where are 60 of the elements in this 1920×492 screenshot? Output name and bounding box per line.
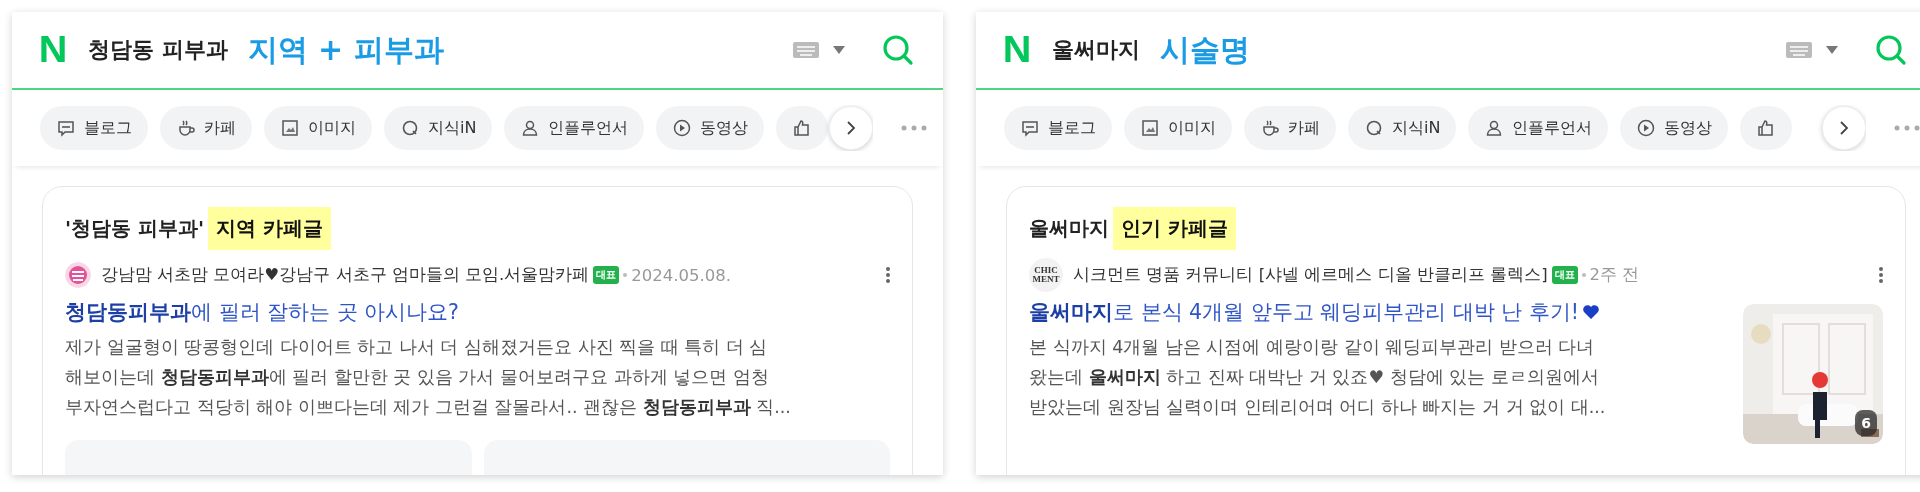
blog-icon xyxy=(1020,118,1040,138)
cup-icon xyxy=(1260,118,1280,138)
more-icon[interactable] xyxy=(901,125,927,131)
chevron-icon xyxy=(845,120,857,136)
tab[interactable]: 동영상 xyxy=(656,106,765,150)
card-heading: '청담동 피부과' xyxy=(65,215,205,242)
annotation: 시술명 xyxy=(1160,30,1250,69)
cafe-avatar[interactable] xyxy=(65,262,91,288)
keyboard-icon[interactable] xyxy=(1786,42,1812,58)
tab[interactable] xyxy=(1740,106,1793,150)
highlight-label: 인기 카페글 xyxy=(1113,207,1236,250)
search-query[interactable]: 청담동 피부과 xyxy=(88,35,228,65)
tab[interactable]: 카페 xyxy=(1244,106,1336,150)
card-heading: 울써마지 xyxy=(1029,215,1109,242)
cafe-name[interactable]: 강남맘 서초맘 모여라♥강남구 서초구 엄마들의 모임.서울맘카페 xyxy=(101,264,590,286)
caret-icon[interactable] xyxy=(833,46,845,54)
more-icon[interactable] xyxy=(1894,125,1920,131)
cup-icon xyxy=(176,118,196,138)
tab[interactable]: 블로그 xyxy=(40,106,148,150)
next-button[interactable] xyxy=(1822,106,1866,150)
tab[interactable]: 블로그 xyxy=(1004,106,1112,150)
search-icon[interactable] xyxy=(881,33,915,67)
cafe-avatar[interactable]: CHIC MENT xyxy=(1029,258,1063,292)
tab[interactable] xyxy=(776,106,829,150)
post-title[interactable]: 청담동피부과에 필러 잘하는 곳 아시나요? xyxy=(65,298,459,326)
tab[interactable]: 동영상 xyxy=(1620,106,1729,150)
image-count: 6 xyxy=(1855,410,1877,436)
post-date: 2주 전 xyxy=(1589,264,1640,286)
tab[interactable]: 인플루언서 xyxy=(1468,106,1609,150)
caret-icon[interactable] xyxy=(1826,46,1838,54)
tab[interactable]: 지식iN xyxy=(1348,106,1457,150)
image-icon xyxy=(1140,118,1160,138)
tab[interactable]: 이미지 xyxy=(264,106,372,150)
badge: 대표 xyxy=(1551,266,1578,284)
post-date: 2024.05.08. xyxy=(631,265,731,285)
blog-icon xyxy=(56,118,76,138)
q-icon xyxy=(1364,118,1384,138)
separator-dot xyxy=(1581,273,1586,277)
separator-dot xyxy=(623,273,628,277)
badge: 대표 xyxy=(593,266,620,284)
kebab-icon[interactable] xyxy=(886,267,890,283)
q-icon xyxy=(400,118,420,138)
image-icon xyxy=(280,118,300,138)
search-query[interactable]: 울써마지 xyxy=(1052,35,1140,65)
post-title[interactable]: 울써마지로 본식 4개월 앞두고 웨딩피부관리 대박 난 후기! xyxy=(1029,298,1579,326)
tab[interactable]: 이미지 xyxy=(1124,106,1232,150)
play-icon xyxy=(1636,118,1657,138)
annotation: 지역 + 피부과 xyxy=(247,30,444,69)
post-snippet: 본 식까지 4개월 남은 시점에 예랑이랑 같이 웨딩피부관리 받으러 다녀 왔는데 울써마지 하고 진짜 대박난 거 있죠♥ 청담에 있는 로ㄹ의원에서 받았는데 원장님 실력이며 인테리어며 어디 하나 빠지는 거 거 없이 대... xyxy=(1029,336,1607,420)
post-snippet: 제가 얼굴형이 땅콩형인데 다이어트 하고 나서 더 심해졌거든요 사진 찍을 때 특히 더 심 해보이는데 청담동피부과에 필러 할만한 곳 있음 가서 물어보려구요 과하게 넣으면 엄청 부자연스럽다고 적당히 해야 이쁘다는데 제가 그런걸 잘몰라서.. 괜찮은 청담동피부과 직... xyxy=(65,336,792,420)
chevron-icon xyxy=(1838,120,1850,136)
keyboard-icon[interactable] xyxy=(793,42,819,58)
play-icon xyxy=(672,118,693,138)
highlight-label: 지역 카페글 xyxy=(208,207,332,250)
kebab-icon[interactable] xyxy=(1879,267,1883,283)
cafe-name[interactable]: 시크먼트 명품 커뮤니티 [샤넬 에르메스 디올 반클리프 롤렉스] xyxy=(1073,264,1548,286)
tab[interactable]: 인플루언서 xyxy=(504,106,645,150)
tab[interactable]: 지식iN xyxy=(384,106,493,150)
search-icon[interactable] xyxy=(1874,33,1908,67)
tab[interactable]: 카페 xyxy=(160,106,252,150)
